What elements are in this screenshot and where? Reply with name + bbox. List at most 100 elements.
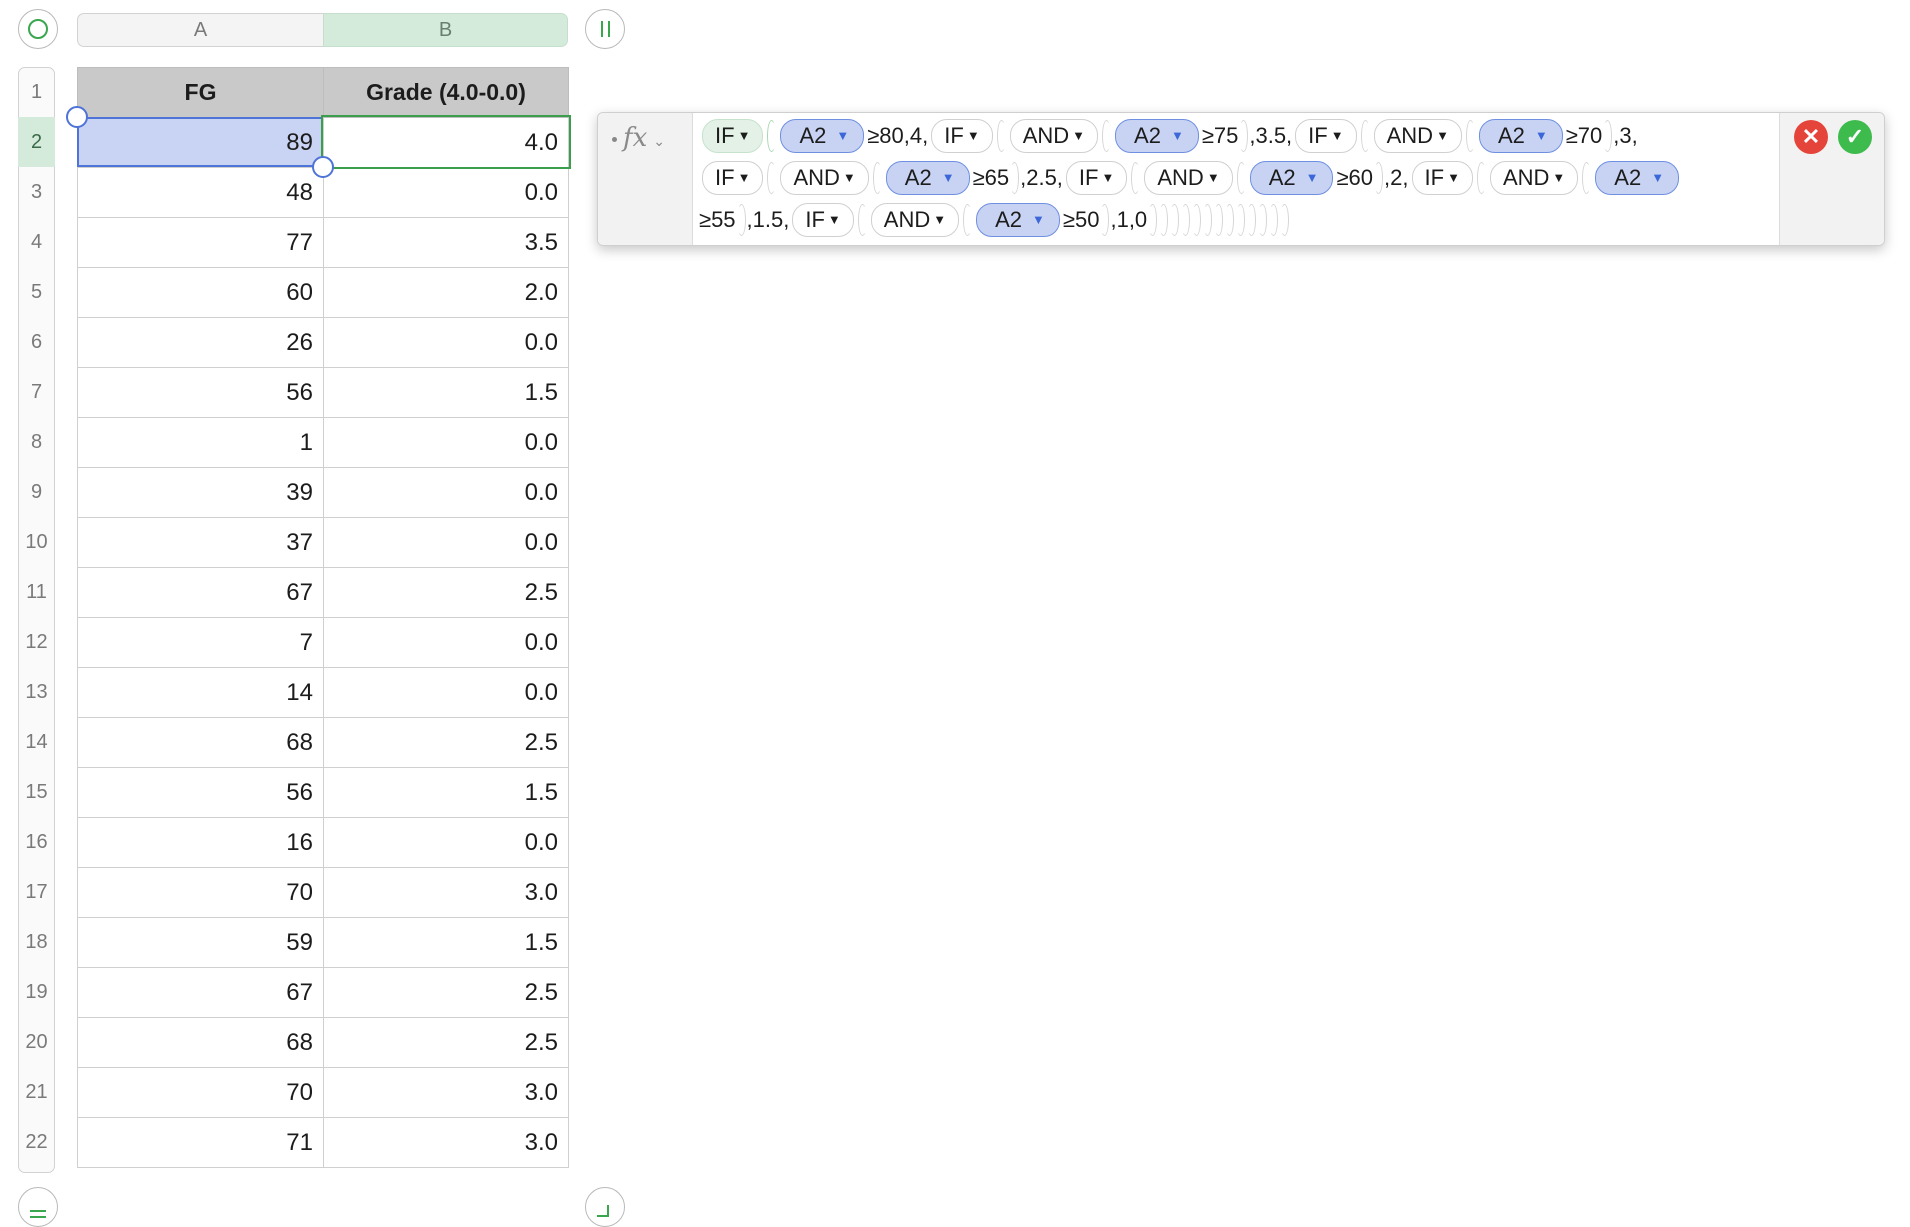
function-token-and[interactable]: AND ▼	[870, 203, 960, 237]
row-header-15[interactable]: 15	[18, 767, 55, 817]
paren-open	[996, 120, 1006, 152]
header-cell-grade[interactable]: Grade (4.0-0.0)	[323, 67, 569, 118]
cell-fg[interactable]: 71	[77, 1117, 324, 1168]
cell-grade[interactable]: 0.0	[323, 817, 569, 868]
function-token-and[interactable]: AND ▼	[780, 161, 869, 195]
cell-grade[interactable]: 0.0	[323, 617, 569, 668]
cell-grade[interactable]: 0.0	[323, 467, 569, 518]
cell-grade[interactable]: 2.5	[323, 1017, 569, 1068]
row-header-21[interactable]: 21	[18, 1067, 55, 1117]
cell-fg[interactable]: 16	[77, 817, 324, 868]
cell-grade[interactable]: 3.0	[323, 867, 569, 918]
add-row-handle[interactable]	[18, 1187, 58, 1227]
cell-fg[interactable]: 68	[77, 717, 324, 768]
cell-grade[interactable]: 0.0	[323, 667, 569, 718]
function-token-and[interactable]: AND ▼	[1489, 161, 1579, 195]
row-header-6[interactable]: 6	[18, 317, 55, 367]
function-token-if[interactable]: IF ▼	[702, 119, 764, 153]
reference-token-a2[interactable]: A2 ▼	[885, 161, 970, 195]
function-token-and[interactable]: AND ▼	[1373, 119, 1462, 153]
function-token-if[interactable]: IF ▼	[931, 119, 993, 153]
row-header-7[interactable]: 7	[18, 367, 55, 417]
row-header-1[interactable]: 1	[18, 67, 55, 117]
function-token-and[interactable]: AND ▼	[1009, 119, 1099, 153]
row-header-14[interactable]: 14	[18, 717, 55, 767]
row-header-20[interactable]: 20	[18, 1017, 55, 1067]
row-header-4[interactable]: 4	[18, 217, 55, 267]
column-header-a[interactable]: A	[77, 13, 323, 47]
cell-fg[interactable]: 39	[77, 467, 324, 518]
cell-grade[interactable]: 3.0	[323, 1117, 569, 1168]
cell-fg[interactable]: 56	[77, 767, 324, 818]
row-header-17[interactable]: 17	[18, 867, 55, 917]
row-header-3[interactable]: 3	[18, 167, 55, 217]
reference-token-a2[interactable]: A2 ▼	[1115, 119, 1199, 153]
row-header-12[interactable]: 12	[18, 617, 55, 667]
cell-grade[interactable]: 4.0	[323, 117, 569, 168]
reference-token-a2[interactable]: A2 ▼	[780, 119, 865, 153]
row-header-22[interactable]: 22	[18, 1117, 55, 1167]
function-token-and[interactable]: AND ▼	[1144, 161, 1233, 195]
function-token-if[interactable]: IF ▼	[1295, 119, 1357, 153]
cell-grade[interactable]: 0.0	[323, 417, 569, 468]
cell-fg[interactable]: 77	[77, 217, 324, 268]
row-header-19[interactable]: 19	[18, 967, 55, 1017]
table-select-handle[interactable]	[18, 9, 58, 49]
cell-grade[interactable]: 2.5	[323, 717, 569, 768]
cell-fg[interactable]: 70	[77, 1067, 324, 1118]
resize-table-handle[interactable]	[585, 1187, 625, 1227]
cell-fg[interactable]: 26	[77, 317, 324, 368]
cell-fg[interactable]: 48	[77, 167, 324, 218]
row-header-11[interactable]: 11	[18, 567, 55, 617]
row-header-8[interactable]: 8	[18, 417, 55, 467]
function-token-if[interactable]: IF ▼	[792, 203, 854, 237]
cell-fg[interactable]: 7	[77, 617, 324, 668]
cell-fg[interactable]: 67	[77, 967, 324, 1018]
cell-fg[interactable]: 68	[77, 1017, 324, 1068]
cell-grade[interactable]: 0.0	[323, 317, 569, 368]
row-header-13[interactable]: 13	[18, 667, 55, 717]
cell-grade[interactable]: 1.5	[323, 767, 569, 818]
cell-fg[interactable]: 37	[77, 517, 324, 568]
function-token-if[interactable]: IF ▼	[702, 161, 764, 195]
cell-fg[interactable]: 67	[77, 567, 324, 618]
cell-fg[interactable]: 59	[77, 917, 324, 968]
reference-token-a2[interactable]: A2 ▼	[976, 203, 1060, 237]
cell-grade[interactable]: 0.0	[323, 517, 569, 568]
header-cell-fg[interactable]: FG	[77, 67, 324, 118]
cell-grade[interactable]: 1.5	[323, 367, 569, 418]
row-header-16[interactable]: 16	[18, 817, 55, 867]
cell-fg[interactable]: 14	[77, 667, 324, 718]
accept-formula-button[interactable]: ✓	[1838, 120, 1872, 154]
cell-fg[interactable]: 70	[77, 867, 324, 918]
cell-grade[interactable]: 1.5	[323, 917, 569, 968]
row-header-18[interactable]: 18	[18, 917, 55, 967]
cell-fg[interactable]: 89	[77, 117, 324, 168]
cancel-formula-button[interactable]: ✕	[1794, 120, 1828, 154]
cell-fg[interactable]: 56	[77, 367, 324, 418]
row-header-9[interactable]: 9	[18, 467, 55, 517]
chevron-down-icon[interactable]: ⌄	[653, 133, 665, 150]
cell-fg[interactable]: 60	[77, 267, 324, 318]
selection-handle-end[interactable]	[312, 156, 334, 178]
cell-grade[interactable]: 0.0	[323, 167, 569, 218]
function-token-if[interactable]: IF ▼	[1065, 161, 1128, 195]
reference-token-a2[interactable]: A2 ▼	[1478, 119, 1563, 153]
add-column-handle[interactable]	[585, 9, 625, 49]
row-header-10[interactable]: 10	[18, 517, 55, 567]
cell-grade[interactable]: 2.0	[323, 267, 569, 318]
cell-grade[interactable]: 3.5	[323, 217, 569, 268]
cell-grade[interactable]: 2.5	[323, 967, 569, 1018]
formula-editor-handle[interactable]: fx ⌄	[598, 113, 693, 245]
reference-token-a2[interactable]: A2 ▼	[1249, 161, 1334, 195]
row-header-2[interactable]: 2	[18, 117, 55, 167]
column-header-b[interactable]: B	[323, 13, 568, 47]
formula-text[interactable]: IF ▼ A2 ▼ ≥80,4, IF ▼ AND ▼ A2 ▼ ≥75 ,3.5, IF…	[699, 115, 1777, 241]
cell-fg[interactable]: 1	[77, 417, 324, 468]
cell-grade[interactable]: 2.5	[323, 567, 569, 618]
row-header-5[interactable]: 5	[18, 267, 55, 317]
reference-token-a2[interactable]: A2 ▼	[1595, 161, 1680, 195]
selection-handle-start[interactable]	[66, 106, 88, 128]
cell-grade[interactable]: 3.0	[323, 1067, 569, 1118]
function-token-if[interactable]: IF ▼	[1411, 161, 1473, 195]
